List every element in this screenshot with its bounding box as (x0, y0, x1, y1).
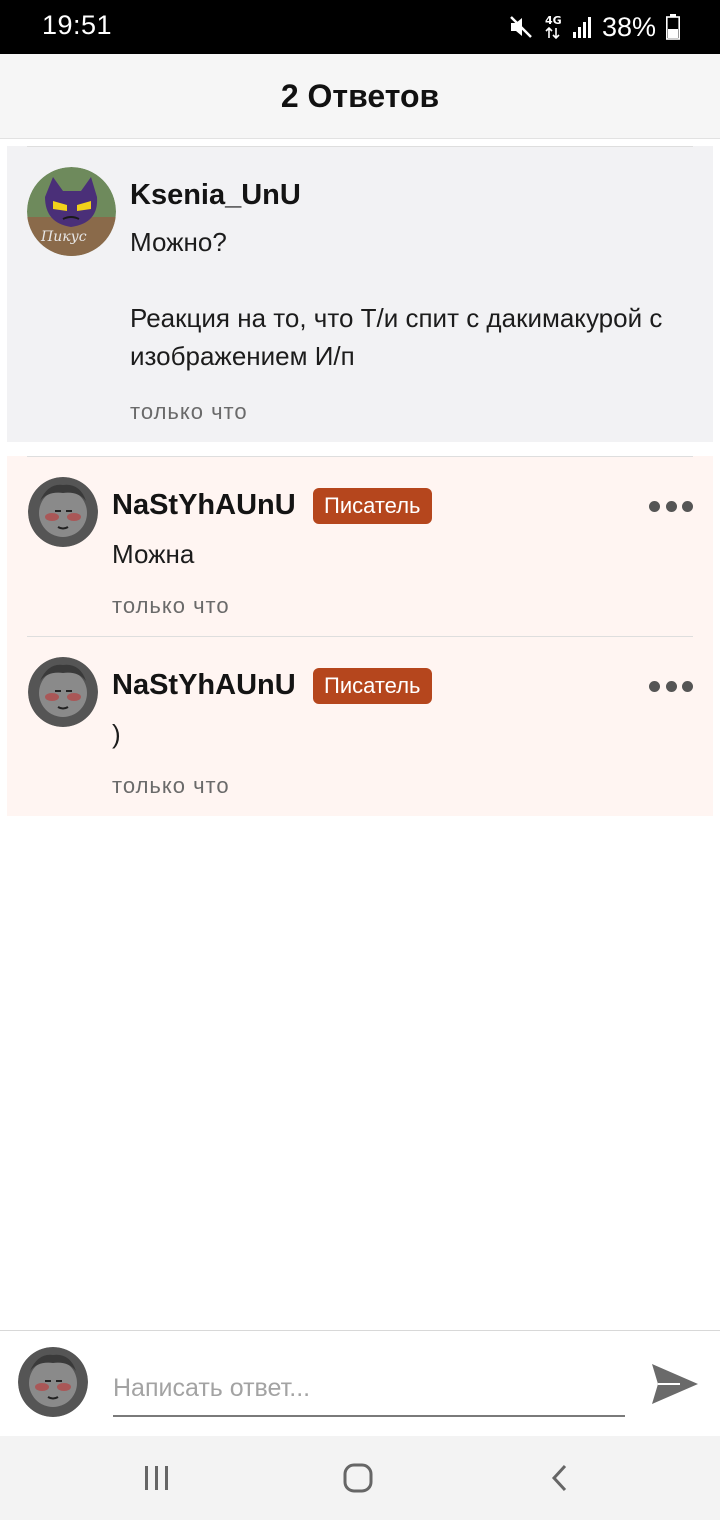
more-options-icon[interactable] (649, 679, 693, 693)
status-icons: 4G 38% (508, 10, 680, 44)
status-time: 19:51 (42, 10, 113, 40)
timestamp: только что (130, 399, 248, 424)
status-bar: 19:51 4G 38% (0, 0, 720, 54)
dot (682, 500, 693, 512)
reply-input[interactable] (113, 1361, 625, 1417)
writer-badge: Писатель (313, 488, 432, 524)
svg-text:4G: 4G (545, 14, 562, 27)
comment-text: ) (112, 719, 121, 749)
avatar (18, 1347, 88, 1417)
page-title: 2 Ответов (280, 77, 440, 114)
more-options-icon[interactable] (649, 499, 693, 513)
system-nav-bar (0, 1436, 720, 1520)
avatar[interactable]: Пикус (27, 167, 116, 256)
username[interactable]: Ksenia_UnU (130, 179, 301, 212)
dot (682, 680, 693, 692)
back-icon (551, 1464, 567, 1492)
username[interactable]: NaStYhAUnU (112, 669, 296, 702)
dot (649, 500, 660, 512)
reply-composer (0, 1330, 720, 1437)
comment-text: Можна (112, 539, 195, 569)
dot (649, 680, 660, 692)
reply-comment: NaStYhAUnU Писатель Можна только что (7, 456, 713, 636)
reply-comment: NaStYhAUnU Писатель ) только что (7, 636, 713, 816)
writer-badge: Писатель (313, 668, 432, 704)
send-icon (652, 1364, 698, 1404)
parent-comment: Пикус Ksenia_UnU Можно? Реакция на то, ч… (7, 146, 713, 442)
avatar[interactable] (28, 477, 98, 547)
network-4g-icon: 4G (544, 13, 562, 41)
home-icon (343, 1463, 373, 1493)
signal-icon (572, 15, 592, 39)
home-button[interactable] (338, 1458, 378, 1498)
recent-apps-icon (145, 1466, 168, 1490)
header-bar: 2 Ответов (0, 54, 720, 139)
back-button[interactable] (540, 1458, 580, 1498)
mute-icon (508, 14, 534, 40)
timestamp: только что (112, 593, 230, 618)
send-button[interactable] (648, 1357, 702, 1411)
divider (27, 636, 693, 637)
dot (665, 680, 677, 692)
timestamp: только что (112, 773, 230, 798)
username[interactable]: NaStYhAUnU (112, 489, 296, 522)
divider (27, 456, 693, 457)
divider (27, 146, 693, 147)
comment-text: Можно? Реакция на то, что Т/и спит с дак… (130, 227, 663, 371)
battery-percent: 38% (601, 11, 656, 42)
dot (665, 500, 677, 512)
battery-icon (666, 14, 680, 40)
avatar[interactable] (28, 657, 98, 727)
recent-apps-button[interactable] (137, 1458, 177, 1498)
svg-text:Пикус: Пикус (40, 229, 87, 245)
